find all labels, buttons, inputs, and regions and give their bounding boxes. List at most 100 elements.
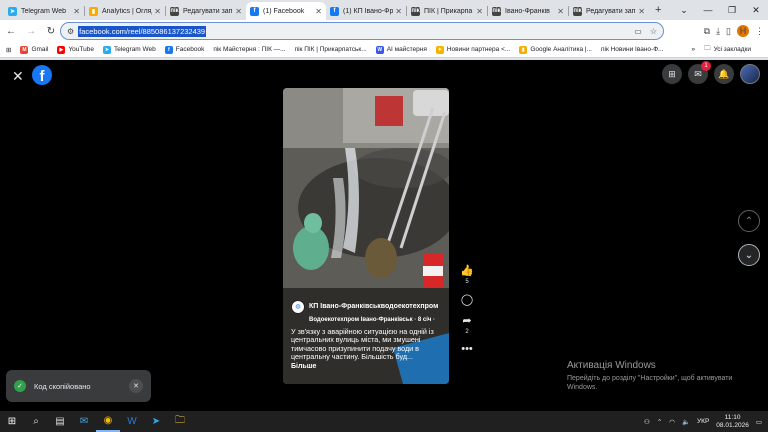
- browser-tab[interactable]: пік ПІК | Прикарпа ✕: [407, 2, 487, 20]
- account-avatar[interactable]: [740, 64, 760, 84]
- notification-badge: 1: [701, 61, 711, 71]
- bookmark-item[interactable]: ▶ YouTube: [57, 45, 94, 54]
- more-options-button[interactable]: •••: [461, 343, 473, 355]
- browser-tab[interactable]: пік Івано-Франків ✕: [488, 2, 568, 20]
- post-subline[interactable]: Водоекотехпром Івано-Франківськ · 8 січ …: [309, 316, 443, 325]
- previous-reel-button[interactable]: ⌃: [738, 210, 760, 232]
- bookmark-item[interactable]: M Gmail: [20, 45, 48, 54]
- new-tab-button[interactable]: +: [655, 4, 661, 16]
- page-avatar[interactable]: ◍: [291, 300, 305, 314]
- url-text[interactable]: facebook.com/reel/885086137232439: [78, 25, 207, 37]
- browser-tab[interactable]: пік Редагувати запис✕: [166, 2, 246, 20]
- facebook-logo[interactable]: f: [32, 65, 52, 85]
- bookmark-favicon-icon: ▶: [57, 45, 66, 54]
- tab-label: Івано-Франків: [505, 7, 550, 15]
- like-icon: 👍: [460, 265, 474, 277]
- like-button[interactable]: 👍 5: [460, 264, 474, 285]
- cast-icon[interactable]: ▭: [634, 27, 642, 36]
- bookmark-favicon-icon: ➤: [102, 45, 111, 54]
- check-icon: ✓: [14, 380, 26, 392]
- reload-button[interactable]: ↻: [42, 22, 60, 40]
- language-indicator[interactable]: УКР: [697, 418, 709, 425]
- browser-chrome: ➤ Telegram Web ✕ ▮ Analytics | Огляд ✕ пік Реда…: [0, 0, 768, 60]
- menu-grid-icon[interactable]: ⊞: [662, 64, 682, 84]
- next-reel-button[interactable]: ⌄: [738, 244, 760, 266]
- tab-label: (1) КП Івано-Фр: [343, 7, 394, 15]
- bookmark-star-icon[interactable]: ☆: [650, 27, 657, 36]
- browser-tab[interactable]: ➤ Telegram Web ✕: [4, 2, 84, 20]
- notification-center-icon[interactable]: ▭: [756, 418, 762, 426]
- telegram-icon[interactable]: ➤: [144, 411, 168, 432]
- windows-taskbar: ⊞ ⌕ ▤ ✉ ◉ W ➤ 🗀 ⚇ ⌃ ◠ 🔈 УКР 11:10 08.01.…: [0, 411, 768, 432]
- tab-close-icon[interactable]: ✕: [476, 7, 483, 16]
- tab-close-icon[interactable]: ✕: [235, 7, 242, 16]
- back-button[interactable]: ←: [2, 22, 20, 40]
- browser-tab[interactable]: пік Редагувати запис✕: [569, 2, 649, 20]
- all-bookmarks[interactable]: 🗀 Усі закладки: [704, 44, 751, 55]
- tab-favicon-icon: пік: [573, 6, 582, 16]
- tray-overflow-icon[interactable]: ⌃: [657, 418, 662, 426]
- more-link[interactable]: Більше: [291, 363, 443, 372]
- toast-close-button[interactable]: ✕: [129, 379, 143, 393]
- profile-avatar[interactable]: Н: [737, 25, 749, 37]
- start-icon[interactable]: ⊞: [0, 411, 24, 432]
- clock[interactable]: 11:10 08.01.2026: [716, 414, 749, 430]
- messenger-icon[interactable]: ✉ 1: [688, 61, 711, 84]
- explorer-icon[interactable]: 🗀: [168, 411, 192, 432]
- maximize-button[interactable]: ❐: [720, 0, 744, 20]
- bookmark-item[interactable]: пік Майстерня : ПІК —...: [213, 46, 285, 54]
- tab-close-icon[interactable]: ✕: [73, 7, 80, 16]
- volume-icon[interactable]: 🔈: [682, 418, 690, 426]
- bookmark-item[interactable]: пік Новини Івано-Ф...: [601, 46, 664, 54]
- bookmarks-bar: ⊞ M Gmail ▶ YouTube ➤ Telegram Web f Facebook пі…: [0, 42, 768, 58]
- menu-icon[interactable]: ⋮: [755, 26, 764, 37]
- extensions-icon[interactable]: ⧉: [704, 26, 710, 37]
- bookmark-list: M Gmail ▶ YouTube ➤ Telegram Web f Facebook пік …: [20, 45, 672, 54]
- apps-icon[interactable]: ⊞: [6, 46, 11, 54]
- minimize-button[interactable]: —: [696, 0, 720, 20]
- browser-tab[interactable]: f (1) КП Івано-Фр ✕: [326, 2, 406, 20]
- mail-icon[interactable]: ✉: [72, 411, 96, 432]
- bookmark-label: Новини партнера <...: [446, 46, 511, 53]
- chrome-icon[interactable]: ◉: [96, 411, 120, 432]
- tab-close-icon[interactable]: ✕: [638, 7, 645, 16]
- bookmark-item[interactable]: ➤ Telegram Web: [102, 45, 156, 54]
- downloads-icon[interactable]: ⤓: [716, 26, 720, 37]
- tab-close-icon[interactable]: ✕: [315, 7, 322, 16]
- tab-label: ПІК | Прикарпа: [424, 7, 473, 15]
- share-button[interactable]: ➦ 2: [462, 314, 471, 335]
- bookmark-item[interactable]: ▮ Google Аналітика |...: [519, 45, 592, 54]
- site-info-icon[interactable]: ⚙: [67, 27, 74, 36]
- people-icon[interactable]: ⚇: [644, 418, 650, 426]
- tab-strip: ➤ Telegram Web ✕ ▮ Analytics | Огляд ✕ пік Реда…: [0, 0, 768, 20]
- word-icon[interactable]: W: [120, 411, 144, 432]
- bookmarks-overflow-icon[interactable]: »: [691, 46, 695, 53]
- tab-close-icon[interactable]: ✕: [395, 7, 402, 16]
- close-icon[interactable]: ✕: [12, 68, 24, 85]
- comment-button[interactable]: ◯: [461, 293, 473, 306]
- page-name[interactable]: КП Івано-Франківськводоекотехпром: [309, 303, 441, 312]
- toast-text: Код скопійовано: [34, 381, 91, 391]
- bookmark-favicon-icon: ✦: [435, 45, 444, 54]
- bookmark-item[interactable]: f Facebook: [164, 45, 204, 54]
- browser-tab[interactable]: ▮ Analytics | Огляд ✕: [85, 2, 165, 20]
- bookmark-label: пік Новини Івано-Ф...: [600, 46, 664, 53]
- tab-close-icon[interactable]: ✕: [557, 7, 564, 16]
- search-icon[interactable]: ⌕: [24, 411, 48, 432]
- address-bar[interactable]: ⚙ facebook.com/reel/885086137232439 ▭ ☆: [60, 22, 664, 40]
- bookmark-item[interactable]: ✦ Новини партнера <...: [435, 45, 511, 54]
- forward-button[interactable]: →: [22, 22, 40, 40]
- notifications-bell-icon[interactable]: 🔔: [714, 64, 734, 84]
- bookmark-favicon-icon: ▮: [519, 45, 528, 54]
- tab-search-icon[interactable]: ⌄: [672, 0, 696, 20]
- bookmark-item[interactable]: W AI майстерня: [375, 45, 427, 54]
- comment-icon: ◯: [460, 294, 474, 306]
- close-window-button[interactable]: ✕: [744, 0, 768, 20]
- network-icon[interactable]: ◠: [669, 418, 675, 426]
- bookmark-item[interactable]: пік ПІК | Прикарпатськ...: [295, 46, 367, 54]
- bookmark-label: AI майстерня: [386, 46, 427, 53]
- tab-close-icon[interactable]: ✕: [154, 7, 161, 16]
- split-view-icon[interactable]: ▯: [726, 26, 731, 37]
- task-view-icon[interactable]: ▤: [48, 411, 72, 432]
- browser-tab[interactable]: f (1) Facebook ✕: [246, 2, 326, 20]
